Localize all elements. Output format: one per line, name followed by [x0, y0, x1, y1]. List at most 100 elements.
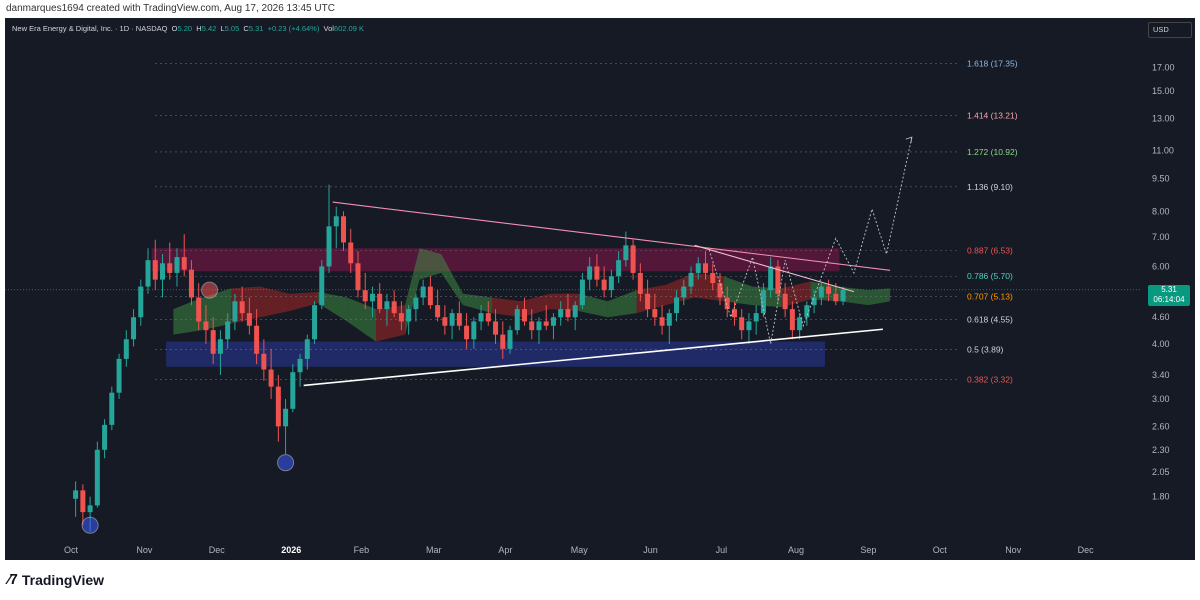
candle-body [145, 260, 151, 287]
candle-body [753, 313, 759, 322]
candle-body [217, 339, 223, 354]
candle-body [572, 305, 578, 318]
candle-body [326, 226, 332, 267]
credit-text: danmarques1694 created with TradingView.… [6, 3, 335, 14]
candle-body [739, 317, 745, 331]
candle-body [94, 449, 100, 506]
candle-body [391, 301, 397, 314]
fib-label: 0.707 (5.13) [967, 291, 1013, 301]
candle-body [312, 305, 318, 340]
candle-body [80, 490, 86, 513]
candle-body [666, 313, 672, 326]
candle-body [442, 317, 448, 326]
fib-label: 1.414 (13.21) [967, 111, 1018, 121]
candle-body [703, 263, 708, 273]
candle-body [500, 334, 506, 349]
candle-body [152, 260, 158, 280]
candle-body [246, 313, 252, 326]
candle-body [283, 408, 289, 427]
legend-vol-label: Vol [323, 24, 334, 33]
fib-label: 0.382 (3.32) [967, 375, 1013, 385]
y-tick-label: 7.00 [1152, 232, 1170, 242]
x-tick-label: Apr [498, 545, 512, 555]
x-tick-label: Nov [136, 545, 153, 555]
candle-body [637, 272, 643, 294]
x-tick-label: Feb [354, 545, 370, 555]
candle-body [522, 309, 527, 322]
candle-body [485, 313, 491, 322]
x-tick-label: Nov [1005, 545, 1022, 555]
fib-label: 1.272 (10.92) [967, 147, 1018, 157]
candle-body [471, 321, 477, 340]
cloud-segment [376, 305, 406, 342]
candle-body [362, 290, 368, 302]
candle-body [464, 325, 470, 340]
currency-button[interactable]: USD [1148, 22, 1192, 38]
y-tick-label: 2.05 [1152, 467, 1170, 477]
last-price: 5.31 [1161, 285, 1177, 294]
x-tick-label: Dec [209, 545, 226, 555]
x-tick-label: Dec [1078, 545, 1095, 555]
cloud-segment [868, 288, 891, 306]
header-bar: danmarques1694 created with TradingView.… [0, 0, 1200, 18]
tradingview-brand: TradingView [21, 571, 105, 588]
legend-h-value: 5.42 [201, 24, 217, 33]
y-tick-label: 15.00 [1152, 86, 1175, 96]
candle-body [818, 286, 824, 298]
x-tick-label: 2026 [281, 545, 301, 555]
candle-body [377, 293, 383, 310]
candle-body [116, 358, 122, 393]
candle-body [493, 321, 499, 335]
candle-body [413, 297, 419, 310]
candle-body [131, 317, 137, 340]
legend-c-value: 5.31 [248, 24, 264, 33]
low-marker-oct [81, 516, 99, 534]
candle-body [826, 286, 832, 294]
candle-body [789, 309, 795, 331]
y-tick-label: 4.60 [1152, 312, 1170, 322]
x-tick-label: Jun [643, 545, 658, 555]
candle-body [833, 293, 839, 302]
candle-body [652, 309, 658, 318]
legend-l-value: 5.05 [224, 24, 240, 33]
candle-body [398, 313, 404, 322]
candle-body [478, 313, 484, 322]
candle-body [456, 313, 462, 326]
candle-body [623, 245, 629, 261]
candle-body [782, 293, 788, 310]
y-tick-label: 11.00 [1152, 146, 1174, 156]
candle-body [507, 330, 513, 349]
candle-body [384, 301, 390, 310]
candle-body [297, 358, 303, 373]
fib-label: 1.618 (17.35) [967, 58, 1018, 68]
candle-body [811, 297, 817, 306]
bar-countdown: 06:14:04 [1153, 295, 1185, 304]
candle-body [514, 309, 520, 331]
projection-path [708, 137, 913, 345]
candle-body [565, 309, 571, 318]
candle-body [536, 321, 542, 331]
candle-body [587, 266, 593, 280]
chart-area[interactable]: 1.618 (17.35) 1.414 (13.21) 1.272 (10.92) 1… [5, 18, 1195, 560]
y-tick-label: 8.00 [1152, 206, 1170, 216]
x-tick-label: Oct [933, 545, 948, 555]
candle-body [102, 424, 108, 450]
fib-label: 0.887 (6.53) [967, 245, 1013, 255]
candle-body [355, 263, 361, 291]
candle-body [319, 266, 325, 306]
candle-body [695, 263, 701, 273]
x-tick-label: Sep [860, 545, 876, 555]
y-tick-label: 9.50 [1152, 174, 1170, 184]
symbol-title: New Era Energy & Digital, Inc. · 1D · NA… [12, 24, 168, 33]
candle-body [449, 313, 455, 326]
candle-body [594, 266, 600, 280]
candle-body [232, 301, 238, 322]
candle-body [348, 242, 354, 264]
tradingview-logo[interactable]: ⁄7 TradingView [8, 571, 104, 588]
y-tick-label: 17.00 [1152, 62, 1175, 72]
cloud-segment [462, 293, 492, 314]
candle-body [746, 321, 752, 331]
candle-body [427, 286, 433, 306]
price-chart[interactable]: 1.618 (17.35) 1.414 (13.21) 1.272 (10.92) 1… [5, 18, 1195, 560]
candle-body [73, 490, 79, 499]
